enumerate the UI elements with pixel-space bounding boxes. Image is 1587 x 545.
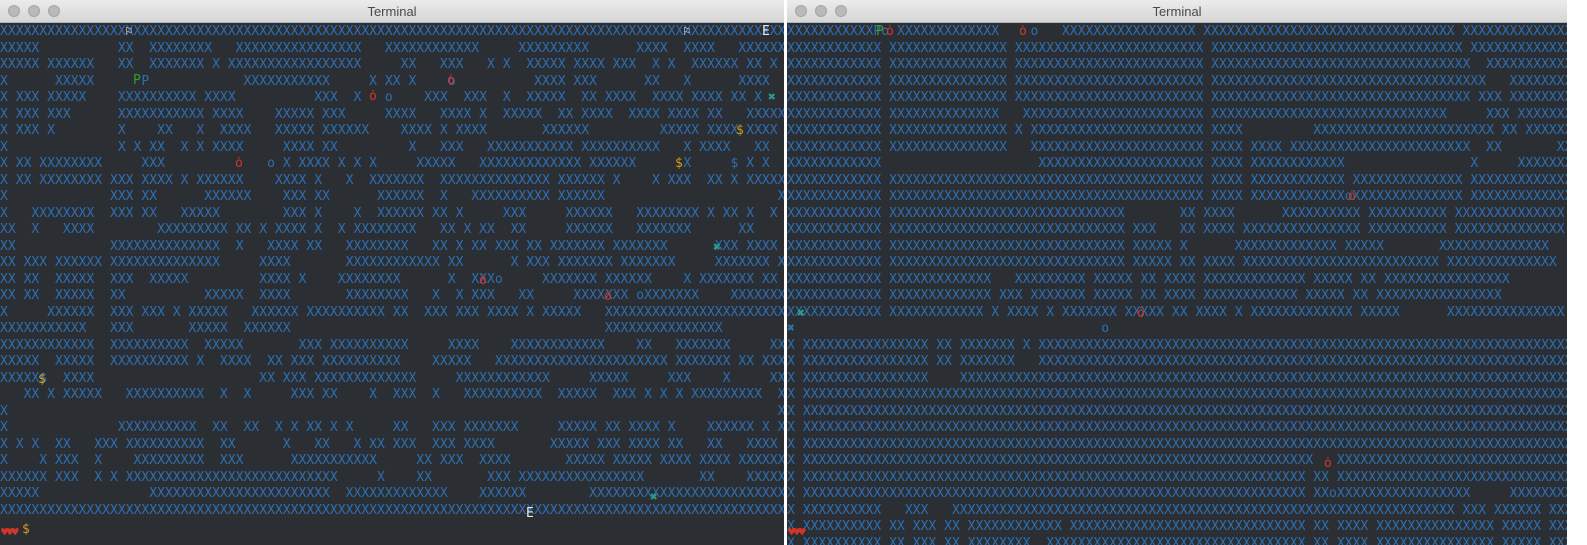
terminal-screen[interactable]: XXXXXXXXXXXXXXXXXXXXXXXXXXXXXXXXXXXXXXXX… [0, 24, 784, 545]
gold-hud: $ [22, 522, 30, 537]
gold-marker: $ [736, 123, 744, 138]
window-title: Terminal [1152, 4, 1202, 19]
enemy-marker: ȯ [479, 273, 487, 288]
terminal-window-left[interactable]: Terminal XXXXXXXXXXXXXXXXXXXXXXXXXXXXXXX… [0, 0, 784, 545]
enemy-marker: ȯ [1137, 306, 1145, 321]
window-title: Terminal [367, 4, 417, 19]
maze-map: XXXXXXXXXXXXXXXXXXXXXXXXXXXXXXXXXXXXXXXX… [0, 24, 784, 518]
flag-icon: ⚐ [683, 24, 691, 39]
enemy-marker: ȯ [447, 73, 455, 88]
gem-icon: ✖ [797, 306, 805, 321]
enemy-marker: ȯ [1324, 456, 1332, 471]
gold-marker: $ [38, 372, 46, 387]
exit-marker: E [526, 506, 534, 521]
gem-icon: ✖ [713, 240, 721, 255]
maze-map: XXXXXXXXXXXPo XXXXXXXXXXXXX o XXXXXXXXXX… [787, 24, 1567, 545]
exit-marker: E [762, 24, 770, 39]
gold-marker: $ [675, 156, 683, 171]
gem-icon: ✖ [650, 490, 658, 505]
enemy-marker: ȯ [369, 89, 377, 104]
player-marker: P [133, 73, 141, 88]
gem-icon: ✖ [768, 90, 776, 105]
terminal-screen[interactable]: XXXXXXXXXXXPo XXXXXXXXXXXXX o XXXXXXXXXX… [787, 24, 1567, 545]
enemy-marker: ȯ [604, 289, 612, 304]
enemy-marker: ȯ [1019, 24, 1027, 39]
terminal-window-right[interactable]: Terminal XXXXXXXXXXXPo XXXXXXXXXXXXX o X… [787, 0, 1567, 545]
hearts-hud: ♥♥♥ [788, 525, 806, 539]
title-bar[interactable]: Terminal [787, 0, 1567, 23]
enemy-marker: ȯ [1348, 189, 1356, 204]
flag-icon: ⚐ [125, 24, 133, 39]
title-bar[interactable]: Terminal [0, 0, 784, 23]
enemy-marker: ȯ [886, 24, 894, 39]
enemy-marker: ȯ [235, 156, 243, 171]
player-marker: P [876, 24, 884, 39]
hearts-hud: ♥♥♥ [1, 525, 19, 539]
